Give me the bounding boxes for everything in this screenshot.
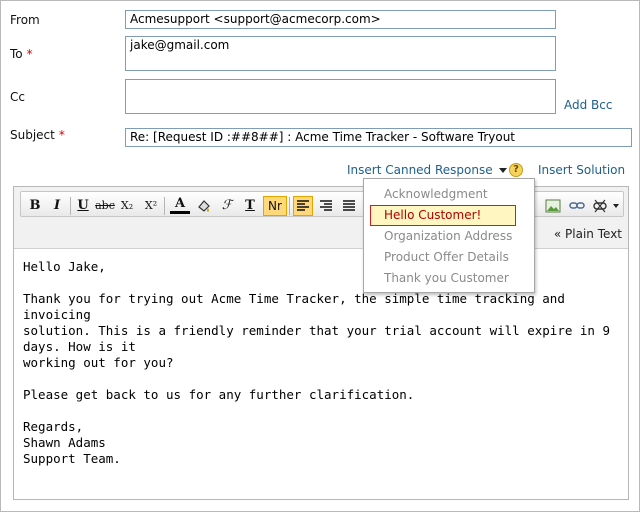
superscript-button[interactable]: X² [141, 196, 161, 216]
subscript-button[interactable]: X₂ [117, 196, 137, 216]
paragraph-line: Thank you for trying out Acme Time Track… [23, 291, 565, 322]
canned-response-menu: Acknowledgment Hello Customer! Organizat… [363, 178, 535, 293]
justify-icon[interactable] [339, 196, 359, 216]
normal-style-button[interactable]: Nr [263, 196, 287, 216]
align-right-icon[interactable] [316, 196, 336, 216]
cc-field[interactable] [125, 79, 556, 114]
strikethrough-button[interactable]: abc [95, 196, 115, 216]
subject-label-text: Subject [10, 128, 55, 142]
font-family-button[interactable]: ℱ [217, 196, 237, 216]
paragraph-line: Please get back to us for any further cl… [23, 387, 415, 402]
from-field[interactable]: Acmesupport <support@acmecorp.com> [125, 10, 556, 29]
from-label-text: From [10, 13, 40, 27]
text-size-button[interactable]: T [240, 196, 260, 216]
toolbar-separator [289, 197, 290, 215]
signature-line: Regards, [23, 419, 84, 434]
message-editor[interactable]: B I U abc X₂ X² A ℱ T Nr « Plain Text He… [13, 186, 629, 500]
menu-item-organization-address[interactable]: Organization Address [370, 226, 516, 247]
font-color-button[interactable]: A [170, 196, 190, 214]
insert-link-icon[interactable] [567, 196, 587, 216]
to-label-text: To [10, 47, 23, 61]
more-options-icon[interactable] [609, 196, 623, 216]
align-left-icon[interactable] [293, 196, 313, 216]
insert-canned-response-link[interactable]: Insert Canned Response [347, 163, 508, 177]
to-field[interactable]: jake@gmail.com [125, 36, 556, 71]
toolbar-separator [70, 197, 71, 215]
menu-item-acknowledgment[interactable]: Acknowledgment [370, 184, 516, 205]
cc-label: Cc [10, 90, 25, 104]
compose-window: From Acmesupport <support@acmecorp.com> … [0, 0, 640, 512]
insert-solution-link[interactable]: Insert Solution [538, 163, 625, 177]
editor-toolbar: B I U abc X₂ X² A ℱ T Nr « Plain Text [14, 187, 628, 249]
paragraph-line: working out for you? [23, 355, 174, 370]
add-bcc-link[interactable]: Add Bcc [564, 98, 612, 112]
plain-text-link[interactable]: « Plain Text [554, 227, 622, 241]
help-icon[interactable]: ? [509, 163, 523, 177]
from-label: From [10, 13, 40, 27]
cc-label-text: Cc [10, 90, 25, 104]
to-label: To * [10, 47, 33, 61]
highlight-color-icon[interactable] [194, 196, 214, 216]
underline-button[interactable]: U [73, 196, 93, 216]
menu-item-hello-customer[interactable]: Hello Customer! [370, 205, 516, 226]
remove-link-icon[interactable] [590, 196, 610, 216]
required-mark: * [58, 128, 65, 142]
required-mark: * [26, 47, 33, 61]
signature-line: Support Team. [23, 451, 121, 466]
italic-button[interactable]: I [47, 196, 67, 216]
toolbar-separator [164, 197, 165, 215]
bold-button[interactable]: B [25, 196, 45, 216]
subject-field[interactable]: Re: [Request ID :##8##] : Acme Time Trac… [125, 128, 632, 147]
insert-image-icon[interactable] [543, 196, 563, 216]
insert-canned-response-label: Insert Canned Response [347, 163, 493, 177]
menu-item-product-offer-details[interactable]: Product Offer Details [370, 247, 516, 268]
dropdown-arrow-icon [499, 168, 508, 173]
signature-line: Shawn Adams [23, 435, 106, 450]
subject-label: Subject * [10, 128, 65, 142]
paragraph-line: solution. This is a friendly reminder th… [23, 323, 610, 354]
menu-item-thank-you-customer[interactable]: Thank you Customer [370, 268, 516, 289]
